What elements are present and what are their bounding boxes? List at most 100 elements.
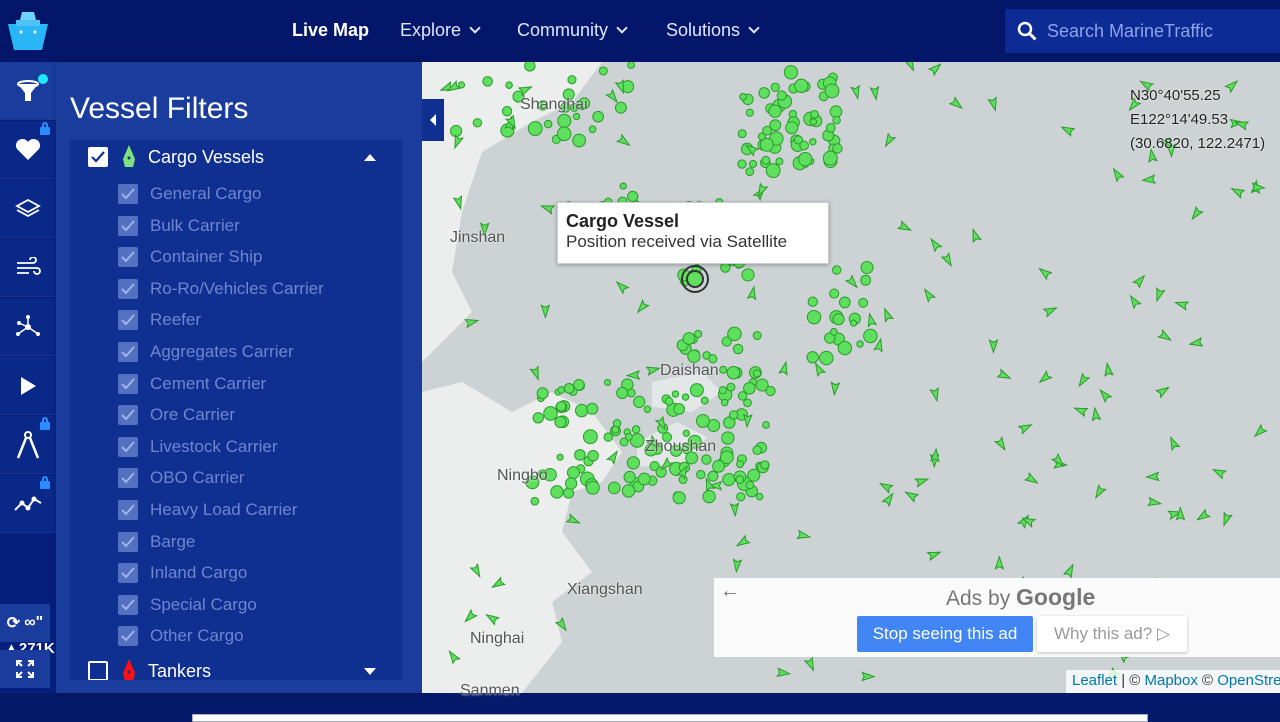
subtype-item[interactable]: Ore Carrier [118, 401, 235, 429]
vessel-marker[interactable] [1037, 265, 1053, 281]
vessel-marker[interactable] [825, 122, 836, 133]
vessel-marker[interactable] [615, 133, 631, 148]
vessel-marker[interactable] [776, 667, 792, 677]
vessel-marker[interactable] [572, 133, 587, 148]
vessel-marker[interactable] [635, 299, 650, 314]
vessel-marker[interactable] [819, 350, 834, 366]
vessel-marker[interactable] [860, 274, 872, 286]
vessel-marker[interactable] [829, 105, 843, 119]
refresh-button[interactable]: ⟳ ∞" [0, 604, 50, 642]
vessel-marker[interactable] [832, 143, 843, 154]
vessel-marker[interactable] [529, 365, 541, 381]
vessel-marker[interactable] [849, 319, 858, 327]
weather-button[interactable] [0, 239, 56, 297]
vessel-marker[interactable] [832, 115, 841, 125]
vessel-marker[interactable] [573, 378, 585, 391]
vessel-marker[interactable] [803, 656, 817, 672]
vessel-marker[interactable] [624, 433, 633, 441]
vessel-marker[interactable] [829, 288, 840, 299]
vessel-marker[interactable] [696, 469, 706, 480]
mapbox-link[interactable]: Mapbox [1145, 672, 1198, 689]
vessel-marker[interactable] [729, 502, 740, 518]
nav-solutions[interactable]: Solutions [666, 20, 760, 41]
vessel-marker[interactable] [572, 112, 581, 121]
vessel-marker[interactable] [505, 81, 513, 89]
vessel-marker[interactable] [702, 489, 716, 504]
vessel-marker[interactable] [563, 382, 575, 394]
vessel-marker[interactable] [554, 415, 567, 429]
vessel-marker[interactable] [721, 431, 735, 445]
vessel-marker[interactable] [755, 492, 764, 501]
vessel-marker[interactable] [1230, 185, 1246, 199]
nav-explore[interactable]: Explore [400, 20, 481, 41]
subtype-item[interactable]: Heavy Load Carrier [118, 496, 297, 524]
vessel-marker[interactable] [645, 364, 661, 377]
vessel-marker[interactable] [611, 425, 620, 434]
vessel-marker[interactable] [736, 492, 746, 502]
vessel-marker[interactable] [567, 75, 577, 85]
vessel-marker[interactable] [866, 312, 878, 328]
vessel-marker[interactable] [903, 62, 917, 72]
vessel-marker[interactable] [948, 96, 964, 111]
checkbox[interactable] [118, 310, 138, 331]
vessel-marker[interactable] [844, 274, 860, 290]
vessel-marker[interactable] [587, 449, 599, 462]
vessel-marker[interactable] [637, 472, 651, 486]
vessel-marker[interactable] [863, 328, 878, 344]
vessel-marker[interactable] [655, 466, 667, 478]
vessel-marker[interactable] [745, 167, 755, 177]
vessel-marker[interactable] [1073, 404, 1089, 418]
checkbox[interactable] [118, 342, 138, 362]
vessel-marker[interactable] [557, 113, 572, 128]
vessel-marker[interactable] [1092, 484, 1107, 500]
vessel-marker[interactable] [555, 401, 567, 412]
vessel-marker[interactable] [1017, 421, 1033, 435]
vessel-marker[interactable] [1153, 286, 1166, 303]
vessel-marker[interactable] [1189, 205, 1204, 221]
vessel-marker[interactable] [768, 104, 782, 118]
layers-button[interactable] [0, 180, 56, 238]
vessel-marker[interactable] [449, 124, 463, 138]
vessel-marker[interactable] [726, 365, 741, 380]
checkbox[interactable] [118, 626, 138, 647]
vessel-marker[interactable] [707, 470, 719, 482]
vessel-marker[interactable] [806, 351, 819, 364]
vessel-marker[interactable] [881, 307, 895, 323]
vessel-marker[interactable] [722, 473, 736, 487]
subtype-item[interactable]: Other Cargo [118, 622, 244, 650]
collapse-panel-button[interactable] [422, 99, 444, 141]
vessel-marker[interactable] [969, 227, 982, 244]
vessel-marker[interactable] [860, 261, 874, 275]
vessel-marker[interactable] [1188, 337, 1204, 348]
vessel-marker[interactable] [603, 432, 613, 442]
vessel-marker[interactable] [796, 529, 812, 541]
vessel-marker[interactable] [809, 138, 817, 146]
vessel-marker[interactable] [807, 296, 818, 307]
vessel-marker[interactable] [762, 421, 770, 429]
vessel-marker[interactable] [557, 386, 566, 394]
vessel-marker[interactable] [994, 555, 1005, 570]
vessel-marker[interactable] [614, 101, 627, 114]
vessel-marker[interactable] [530, 496, 540, 506]
vessel-marker[interactable] [720, 398, 729, 407]
vessel-marker[interactable] [543, 119, 553, 129]
vessel-marker[interactable] [556, 126, 572, 142]
vessel-marker[interactable] [1132, 273, 1147, 289]
vessel-marker[interactable] [993, 436, 1008, 452]
vessel-marker[interactable] [856, 340, 864, 348]
vessel-marker[interactable] [643, 405, 652, 413]
vessel-marker[interactable] [694, 329, 703, 339]
vessel-marker[interactable] [760, 460, 770, 470]
vessel-marker[interactable] [550, 485, 564, 499]
vessel-marker[interactable] [1173, 299, 1190, 311]
vessel-marker[interactable] [824, 83, 840, 99]
vessel-marker[interactable] [1144, 471, 1160, 482]
vessel-marker[interactable] [605, 88, 620, 104]
vessel-marker[interactable] [735, 475, 745, 484]
vessel-marker[interactable] [695, 413, 710, 428]
vessel-marker[interactable] [741, 268, 755, 282]
vessel-marker[interactable] [743, 413, 753, 429]
vessel-marker[interactable] [532, 412, 544, 424]
search-box[interactable] [1005, 9, 1280, 53]
subtype-item[interactable]: Reefer [118, 306, 201, 334]
